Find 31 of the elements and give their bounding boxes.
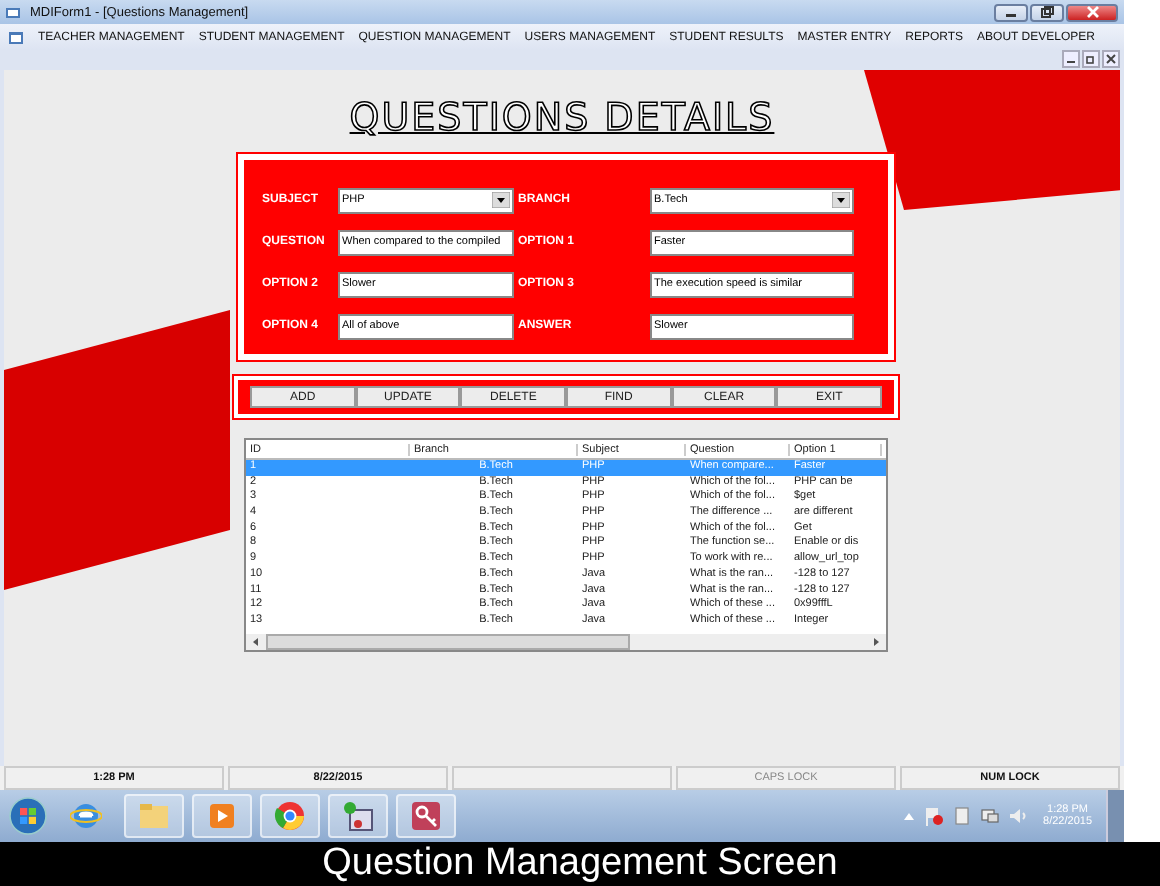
document-icon[interactable] [951,806,972,826]
minimize-button[interactable] [994,3,1028,21]
restore-button[interactable] [1030,3,1064,21]
scroll-left-icon[interactable] [250,635,262,648]
screen-caption: Question Management Screen [0,842,1160,886]
folder-icon [138,802,170,830]
taskbar-icon[interactable] [260,794,320,838]
close-button[interactable] [1102,50,1120,68]
app-window-icon [342,800,374,832]
close-button[interactable] [1066,3,1118,21]
caret-icon [832,192,850,208]
start-button[interactable] [8,796,48,836]
restore-icon [1040,6,1054,18]
horizontal-scrollbar[interactable] [246,633,886,650]
restore-icon [1086,54,1096,64]
flag-icon[interactable] [923,806,944,826]
key-icon [410,800,442,832]
taskbar-icon[interactable] [396,794,456,838]
browser-icon [274,800,306,832]
play-icon [208,802,236,830]
network-icon[interactable] [979,806,1000,826]
minimize-button[interactable] [1062,50,1080,68]
taskbar-icon[interactable] [328,794,388,838]
scroll-right-icon[interactable] [870,635,882,648]
form-icon [8,29,24,45]
restore-button[interactable] [1082,50,1100,68]
page-heading: QUESTIONS DETAILS [347,94,777,142]
app-icon [4,3,22,21]
close-icon [1085,6,1099,18]
close-icon [1106,54,1116,64]
caret-icon [492,192,510,208]
